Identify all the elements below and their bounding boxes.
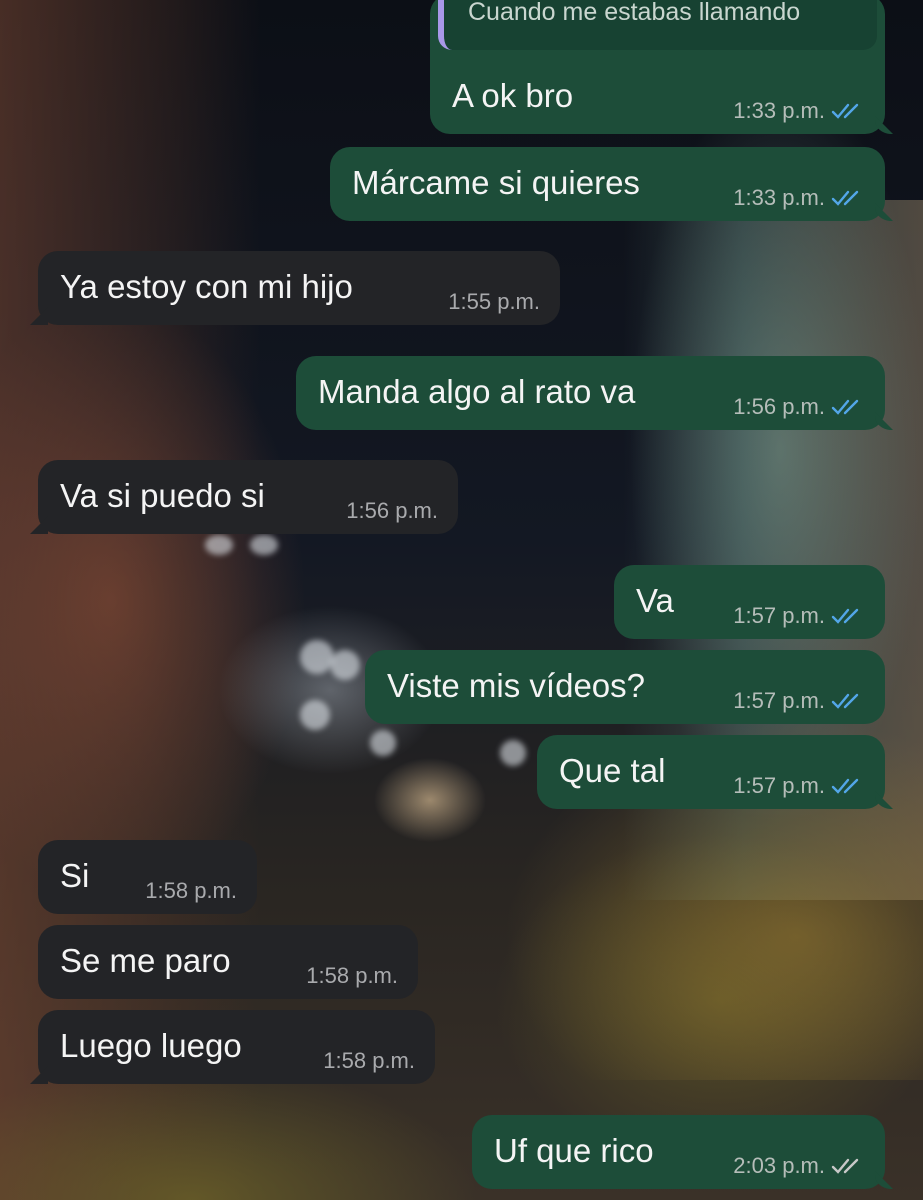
message-bubble-outgoing[interactable]: Que tal 1:57 p.m. <box>537 735 885 809</box>
message-text: Va si puedo si <box>60 477 265 514</box>
message-text: Márcame si quieres <box>352 164 640 201</box>
wallpaper-street-light <box>205 535 233 555</box>
message-bubble-incoming[interactable]: Ya estoy con mi hijo 1:55 p.m. <box>38 251 560 325</box>
message-text: A ok bro <box>452 77 574 114</box>
message-text: Que tal <box>559 752 666 789</box>
message-text: Manda algo al rato va <box>318 373 636 410</box>
message-bubble-outgoing[interactable]: Va 1:57 p.m. <box>614 565 885 639</box>
read-receipt-icon <box>831 190 859 206</box>
message-text: Si <box>60 857 90 894</box>
message-time: 1:33 p.m. <box>733 185 825 210</box>
message-text: Viste mis vídeos? <box>387 667 646 704</box>
message-time: 1:33 p.m. <box>733 98 825 123</box>
message-meta: 1:33 p.m. <box>733 98 865 124</box>
message-time: 1:57 p.m. <box>733 688 825 713</box>
read-receipt-icon <box>831 103 859 119</box>
quoted-reply[interactable]: Cuando me estabas llamando <box>438 0 877 50</box>
message-time: 1:56 p.m. <box>733 394 825 419</box>
message-bubble-incoming[interactable]: Se me paro 1:58 p.m. <box>38 925 418 999</box>
message-meta: 1:33 p.m. <box>733 185 865 211</box>
wallpaper-street-light <box>250 535 278 555</box>
message-bubble-outgoing[interactable]: Uf que rico 2:03 p.m. <box>472 1115 885 1189</box>
message-bubble-outgoing[interactable]: Cuando me estabas llamando A ok bro 1:33… <box>430 0 885 134</box>
read-receipt-icon <box>831 693 859 709</box>
message-bubble-outgoing[interactable]: Viste mis vídeos? 1:57 p.m. <box>365 650 885 724</box>
message-text: Va <box>636 582 674 619</box>
message-time: 1:57 p.m. <box>733 773 825 798</box>
message-meta: 1:55 p.m. <box>448 289 540 315</box>
message-text: Se me paro <box>60 942 231 979</box>
read-receipt-icon <box>831 778 859 794</box>
message-meta: 2:03 p.m. <box>733 1153 865 1179</box>
message-text: Uf que rico <box>494 1132 654 1169</box>
message-meta: 1:56 p.m. <box>346 498 438 524</box>
message-meta: 1:58 p.m. <box>306 963 398 989</box>
message-bubble-incoming[interactable]: Luego luego 1:58 p.m. <box>38 1010 435 1084</box>
message-bubble-incoming[interactable]: Si 1:58 p.m. <box>38 840 257 914</box>
message-meta: 1:58 p.m. <box>145 878 237 904</box>
delivered-receipt-icon <box>831 1158 859 1174</box>
message-text: Luego luego <box>60 1027 242 1064</box>
message-time: 1:58 p.m. <box>323 1048 415 1073</box>
message-time: 2:03 p.m. <box>733 1153 825 1178</box>
message-bubble-outgoing[interactable]: Manda algo al rato va 1:56 p.m. <box>296 356 885 430</box>
message-meta: 1:56 p.m. <box>733 394 865 420</box>
message-time: 1:57 p.m. <box>733 603 825 628</box>
quoted-reply-text: Cuando me estabas llamando <box>468 0 801 26</box>
message-time: 1:56 p.m. <box>346 498 438 523</box>
message-bubble-incoming[interactable]: Va si puedo si 1:56 p.m. <box>38 460 458 534</box>
wallpaper-street-light <box>300 640 334 674</box>
message-text: Ya estoy con mi hijo <box>60 268 353 305</box>
wallpaper-street-light <box>370 730 396 756</box>
message-time: 1:58 p.m. <box>145 878 237 903</box>
message-meta: 1:57 p.m. <box>733 773 865 799</box>
message-meta: 1:57 p.m. <box>733 688 865 714</box>
wallpaper-street-light <box>330 650 360 680</box>
wallpaper-street-light <box>300 700 330 730</box>
message-meta: 1:58 p.m. <box>323 1048 415 1074</box>
message-time: 1:58 p.m. <box>306 963 398 988</box>
message-meta: 1:57 p.m. <box>733 603 865 629</box>
read-receipt-icon <box>831 608 859 624</box>
message-time: 1:55 p.m. <box>448 289 540 314</box>
read-receipt-icon <box>831 399 859 415</box>
message-bubble-outgoing[interactable]: Márcame si quieres 1:33 p.m. <box>330 147 885 221</box>
